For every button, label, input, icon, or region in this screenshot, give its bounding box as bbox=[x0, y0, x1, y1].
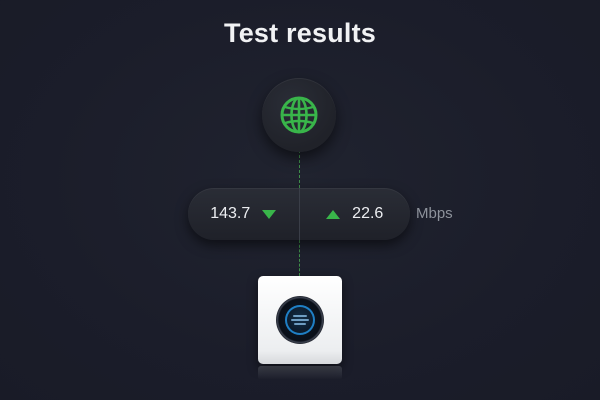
download-result: 143.7 bbox=[188, 188, 299, 240]
test-results-screen: Test results 143.7 22.6 Mbps bbox=[0, 0, 600, 400]
arrow-up-icon bbox=[326, 209, 341, 219]
router-icon bbox=[276, 296, 324, 344]
internet-node-button[interactable] bbox=[262, 78, 336, 152]
globe-icon bbox=[279, 95, 319, 135]
router-device[interactable] bbox=[258, 276, 342, 364]
device-connector-line bbox=[299, 240, 300, 276]
page-title: Test results bbox=[224, 18, 376, 48]
speed-unit-label: Mbps bbox=[416, 205, 453, 222]
upload-result: 22.6 bbox=[300, 188, 411, 240]
download-speed-value: 143.7 bbox=[210, 205, 251, 222]
speed-result-pill: 143.7 22.6 bbox=[188, 188, 410, 240]
router-reflection bbox=[258, 366, 342, 380]
router-screen-display bbox=[285, 305, 315, 335]
screen-line bbox=[293, 315, 307, 317]
screen-line bbox=[291, 319, 309, 321]
arrow-down-icon bbox=[262, 209, 277, 219]
upload-speed-value: 22.6 bbox=[352, 205, 384, 222]
internet-connector-line bbox=[299, 150, 300, 188]
screen-line bbox=[294, 323, 306, 325]
